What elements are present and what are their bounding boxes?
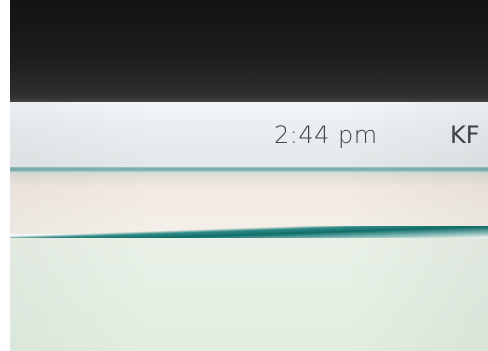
monitor-bezel [10, 0, 488, 104]
input-language-indicator[interactable]: KF [450, 121, 480, 149]
status-bar: 2:44 pm KF [10, 102, 488, 168]
clock-time[interactable]: 2:44 pm [274, 121, 378, 149]
header-divider-line [10, 226, 488, 238]
photographed-screen: 2:44 pm KF [0, 0, 488, 351]
photo-left-margin [0, 0, 10, 351]
content-area [10, 238, 488, 351]
app-header-band [10, 172, 488, 234]
